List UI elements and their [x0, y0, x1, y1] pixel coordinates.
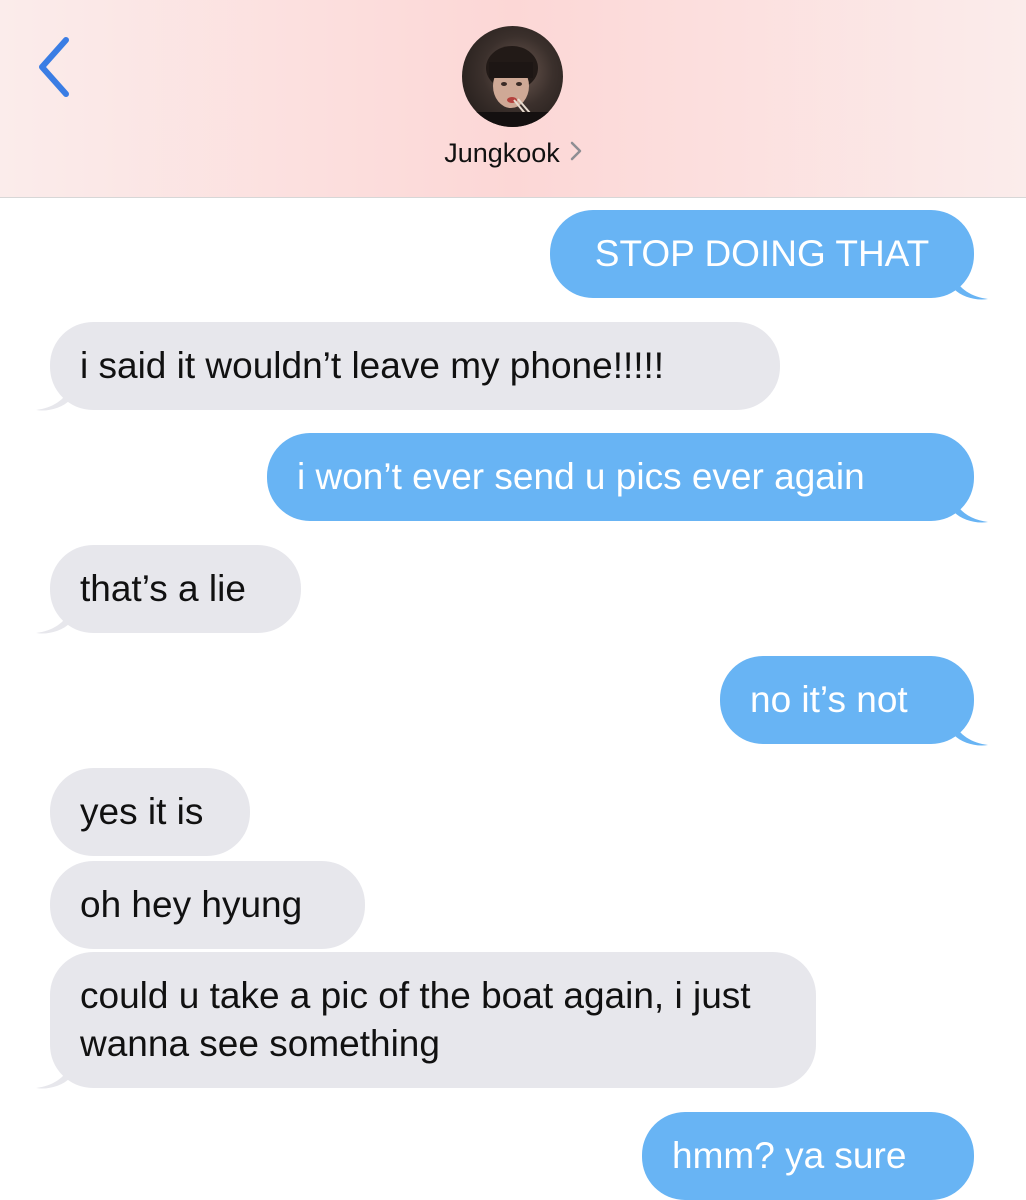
message-text: no it’s not: [750, 679, 908, 720]
contact-name-button[interactable]: Jungkook: [0, 138, 1026, 170]
message-text: i won’t ever send u pics ever again: [297, 456, 865, 497]
message-text: oh hey hyung: [80, 884, 303, 925]
message-bubble-received[interactable]: that’s a lie: [50, 545, 301, 633]
message-bubble-sent[interactable]: no it’s not: [720, 656, 974, 744]
avatar-photo: [472, 46, 552, 127]
message-bubble-received[interactable]: yes it is: [50, 768, 250, 856]
message-bubble-received[interactable]: oh hey hyung: [50, 861, 365, 949]
contact-avatar[interactable]: [462, 26, 563, 127]
contact-name: Jungkook: [444, 138, 560, 168]
message-text: STOP DOING THAT: [594, 233, 930, 274]
messages-screen: Jungkook STOP DOING THAT i said it would…: [0, 0, 1026, 1200]
message-text: i said it wouldn’t leave my phone!!!!!: [80, 345, 665, 386]
bubble-tail: [36, 609, 70, 634]
bubble-tail: [954, 721, 988, 746]
message-bubble-sent[interactable]: hmm? ya sure: [642, 1112, 974, 1200]
message-bubble-sent[interactable]: i won’t ever send u pics ever again: [267, 433, 974, 521]
message-text: yes it is: [80, 791, 204, 832]
message-bubble-received[interactable]: i said it wouldn’t leave my phone!!!!!: [50, 322, 780, 410]
message-bubble-received[interactable]: could u take a pic of the boat again, i …: [50, 952, 816, 1088]
message-text: could u take a pic of the boat again, i …: [80, 975, 751, 1064]
chevron-left-icon: [39, 37, 69, 97]
bubble-tail: [954, 498, 988, 523]
chevron-right-icon: [570, 137, 582, 168]
conversation-header: Jungkook: [0, 0, 1026, 198]
bubble-tail: [36, 386, 70, 411]
bubble-tail: [36, 1064, 70, 1089]
bubble-tail: [954, 275, 988, 300]
message-text: that’s a lie: [80, 568, 246, 609]
back-button[interactable]: [28, 32, 84, 102]
message-bubble-sent[interactable]: STOP DOING THAT: [550, 210, 974, 298]
message-text: hmm? ya sure: [672, 1135, 907, 1176]
